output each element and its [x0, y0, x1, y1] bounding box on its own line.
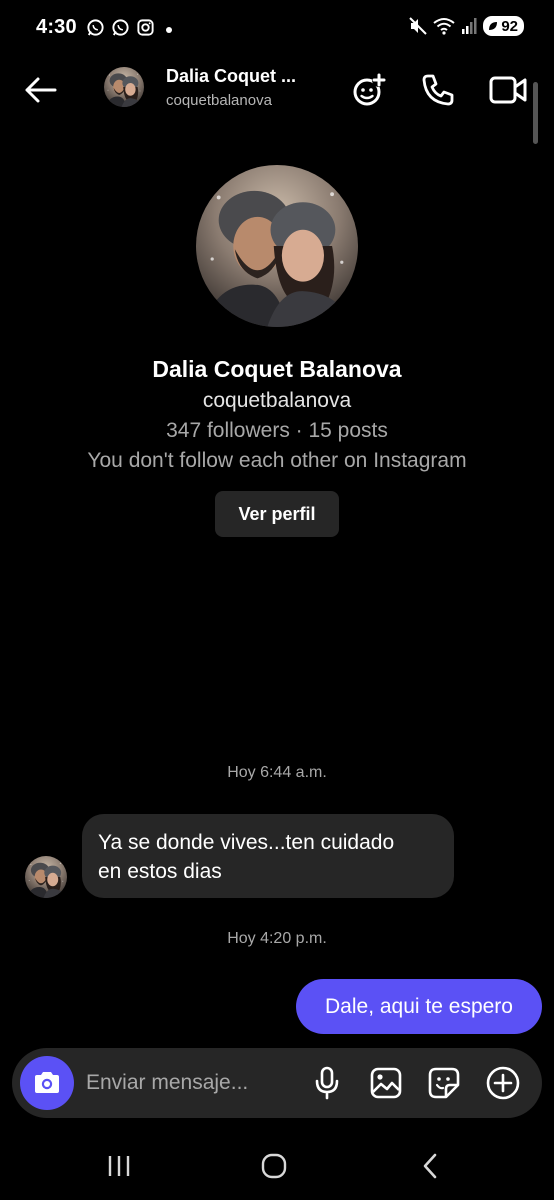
- wifi-icon: [433, 18, 455, 35]
- whatsapp-icon: [112, 19, 129, 36]
- sticker-button[interactable]: [424, 1063, 464, 1103]
- status-time: 4:30: [36, 16, 77, 38]
- gallery-button[interactable]: [366, 1063, 406, 1103]
- phone-icon: [422, 74, 454, 106]
- message-composer: [12, 1048, 542, 1118]
- avatar-image: [25, 856, 67, 898]
- header-username[interactable]: coquetbalanova: [166, 92, 272, 109]
- home-icon: [261, 1153, 287, 1179]
- back-icon: [423, 1153, 437, 1179]
- instagram-icon: [137, 19, 154, 36]
- whatsapp-icon: [87, 19, 104, 36]
- battery-saver-icon: [489, 22, 498, 30]
- message-input[interactable]: [86, 1067, 296, 1099]
- back-button[interactable]: [18, 70, 62, 110]
- status-system-icons: 92: [409, 16, 524, 36]
- follow-status: You don't follow each other on Instagram: [87, 449, 467, 472]
- voice-message-button[interactable]: [307, 1063, 347, 1103]
- notification-dot: [166, 27, 172, 33]
- header-name[interactable]: Dalia Coquet ...: [166, 66, 316, 87]
- scrollbar[interactable]: [533, 82, 538, 144]
- profile-username: coquetbalanova: [202, 389, 352, 412]
- message-timestamp: Hoy 4:20 p.m.: [227, 930, 327, 947]
- recent-apps-button[interactable]: [89, 1150, 149, 1182]
- video-camera-icon: [489, 76, 527, 104]
- video-call-button[interactable]: [486, 68, 530, 112]
- chat-header: Dalia Coquet ... coquetbalanova: [0, 60, 554, 120]
- microphone-icon: [315, 1066, 339, 1100]
- outgoing-message[interactable]: Dale, aqui te espero: [296, 979, 542, 1034]
- nav-back-button[interactable]: [400, 1150, 460, 1182]
- message-timestamp: Hoy 6:44 a.m.: [227, 764, 327, 781]
- home-button[interactable]: [244, 1150, 304, 1182]
- add-people-button[interactable]: [347, 68, 391, 112]
- signal-icon: [462, 18, 477, 34]
- camera-icon: [35, 1072, 59, 1093]
- profile-stats: 347 followers · 15 posts: [166, 419, 388, 442]
- incoming-message[interactable]: Ya se donde vives...ten cuidado en estos…: [82, 814, 454, 898]
- profile-name: Dalia Coquet Balanova: [152, 356, 402, 382]
- view-profile-button[interactable]: Ver perfil: [215, 491, 339, 537]
- battery-indicator: 92: [483, 16, 524, 36]
- recent-apps-icon: [108, 1156, 130, 1176]
- profile-image: [196, 165, 358, 327]
- voice-call-button[interactable]: [416, 68, 460, 112]
- header-avatar[interactable]: [104, 67, 144, 107]
- status-notification-icons: [86, 18, 155, 37]
- plus-icon: [486, 1066, 520, 1100]
- more-options-button[interactable]: [483, 1063, 523, 1103]
- sticker-icon: [428, 1067, 460, 1099]
- message-text: Dale, aqui te espero: [325, 994, 513, 1018]
- status-bar: 4:30 92: [0, 0, 554, 60]
- camera-button[interactable]: [20, 1056, 74, 1110]
- back-arrow-icon: [25, 77, 57, 103]
- system-nav-bar: [0, 1132, 554, 1200]
- message-line: en estos dias: [98, 860, 222, 883]
- battery-level: 92: [501, 17, 518, 35]
- avatar-image: [104, 67, 144, 107]
- mute-icon: [409, 17, 428, 35]
- profile-photo[interactable]: [196, 165, 358, 327]
- sender-avatar[interactable]: [25, 856, 67, 898]
- message-line: Ya se donde vives...ten cuidado: [98, 831, 395, 854]
- gallery-icon: [370, 1067, 402, 1099]
- add-people-icon: [353, 73, 386, 106]
